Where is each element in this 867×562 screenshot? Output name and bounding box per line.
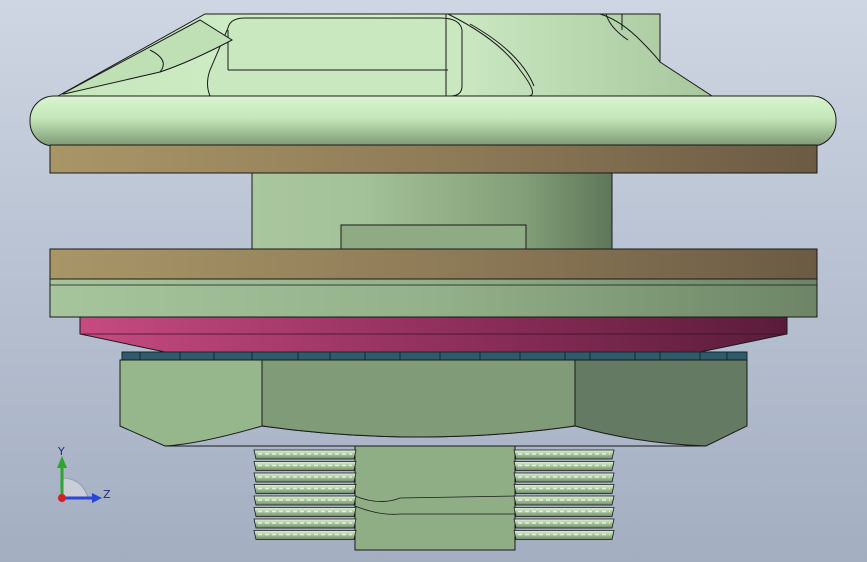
lower-tan-plate [49,248,818,280]
triad-xy-plane [61,477,89,499]
rim-torus [29,95,837,147]
triad-z-label: Z [103,488,111,501]
triad-y-label: Y [57,445,65,458]
serrated-washer [121,351,748,361]
thread-right [513,449,615,540]
threaded-shank [354,445,516,551]
housing-pocket [207,17,463,97]
hex-nut [119,359,748,447]
cad-viewport[interactable]: Y Z [0,0,867,562]
top-housing [56,13,714,97]
thread-ridge [253,507,357,517]
thread-ridge [253,461,357,471]
thread-ridge [253,484,357,494]
upper-tan-plate [49,144,818,174]
thread-ridge [253,518,357,529]
thread-left [253,449,357,540]
thread-ridge [253,472,357,483]
cylinder-flat [340,224,527,252]
triad-z-arrow [92,493,102,503]
thread-ridge [253,530,357,540]
triad-x-origin [58,494,66,502]
thread-ridge [253,495,357,506]
thread-ridge [253,449,357,460]
magenta-gasket [79,316,788,353]
axis-triad: Y Z [57,445,111,503]
